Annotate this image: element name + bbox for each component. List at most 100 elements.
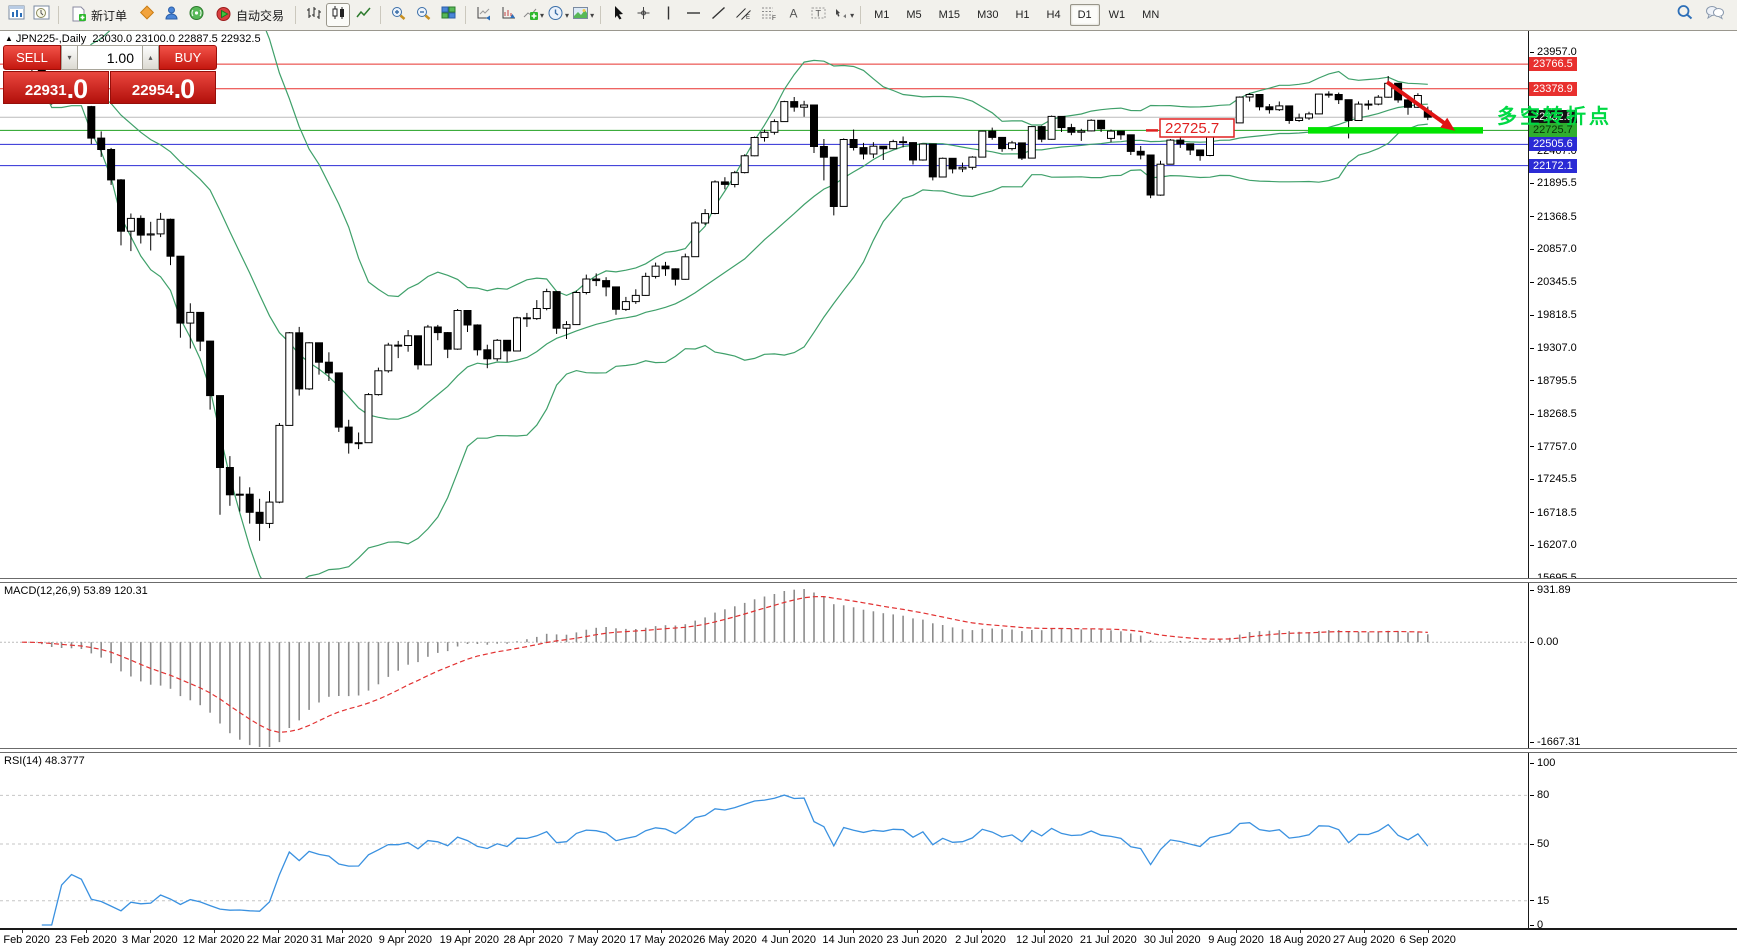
timeframe-m30-button[interactable]: M30 [969,4,1006,26]
autotrading-button[interactable]: 自动交易 [209,3,290,27]
macd-axis-tick: 931.89 [1530,584,1571,596]
timeframe-h1-button[interactable]: H1 [1007,4,1037,26]
timeframe-m1-button[interactable]: M1 [866,4,897,26]
timeframe-d1-button[interactable]: D1 [1069,4,1100,26]
shapes-button[interactable]: ▾ [831,3,855,27]
community-icon [163,5,180,26]
toolbar-separator [380,6,382,24]
line-chart-button[interactable] [351,3,375,27]
template-dropdown-icon[interactable]: ▾ [590,11,594,20]
rsi-label: RSI(14) 48.3777 [4,755,85,767]
period-button[interactable]: ▾ [546,3,570,27]
macd-panel-canvas [0,589,1528,747]
new-order-icon [70,6,87,25]
date-label: 31 Mar 2020 [310,934,373,946]
date-label: 23 Jun 2020 [886,934,947,946]
period-dropdown-icon[interactable]: ▾ [565,11,569,20]
profiles-button[interactable] [29,3,53,27]
timeframe-h4-button[interactable]: H4 [1039,4,1069,26]
zoom-in-icon [390,5,407,26]
price-tick: 19307.0 [1530,342,1577,354]
main-chart-canvas: 22725.7 [0,31,1528,578]
time-axis-line [0,928,1737,930]
template-button[interactable]: ▾ [571,3,595,27]
timeframe-m15-button[interactable]: M15 [931,4,968,26]
toolbar-separator [295,6,297,24]
new-chart-icon [8,5,25,26]
zoom-in-button[interactable] [386,3,410,27]
indicator-window-2-button[interactable] [496,3,520,27]
sell-button[interactable]: SELL [3,45,61,70]
date-tick [277,930,279,933]
volume-increase-button[interactable]: ▴ [142,45,159,70]
community-button[interactable] [159,3,183,27]
news-button[interactable] [184,3,208,27]
bars-button[interactable] [301,3,325,27]
add-indicator-button[interactable]: ▾ [521,3,545,27]
price-badge: 22172.1 [1529,158,1577,173]
price-tick: 16207.0 [1530,539,1577,551]
line-chart-icon [355,5,372,26]
macd-label: MACD(12,26,9) 53.89 120.31 [4,585,148,597]
date-tick [1236,930,1238,933]
date-label: 12 Jul 2020 [1015,934,1073,946]
metaquotes-button[interactable] [134,3,158,27]
date-label: 12 Mar 2020 [182,934,245,946]
toolbar-divider [0,30,1737,31]
timeframe-mn-button[interactable]: MN [1134,4,1167,26]
toolbar-right-icons [1673,3,1733,27]
date-label: 9 Apr 2020 [378,934,432,946]
search-icon [1676,4,1694,26]
search-button[interactable] [1673,3,1697,27]
one-click-trading-panel: SELL ▾ ▴ BUY 22931.0 22954.0 [3,45,217,104]
zoom-out-button[interactable] [411,3,435,27]
tile-windows-button[interactable] [436,3,460,27]
shapes-dropdown-icon[interactable]: ▾ [850,11,854,20]
indicator-window-button[interactable] [471,3,495,27]
date-label: 6 Sep 2020 [1399,934,1456,946]
macd-axis-tick: 0.00 [1530,636,1558,648]
bid-price-box[interactable]: 22931.0 [3,71,109,104]
price-tick: 18268.5 [1530,408,1577,420]
one-click-toggle[interactable]: ▲ [5,34,13,43]
buy-button[interactable]: BUY [159,45,217,70]
chat-button[interactable] [1703,3,1727,27]
rsi-axis-tick: 100 [1530,757,1555,769]
profiles-icon [33,5,50,26]
add-indicator-dropdown-icon[interactable]: ▾ [540,11,544,20]
vline-icon [660,5,677,26]
fibonacci-button[interactable]: F [756,3,780,27]
date-label: 2 Jul 2020 [955,934,1006,946]
candles-button[interactable] [326,3,351,27]
tile-windows-icon [440,5,457,26]
timeframe-w1-button[interactable]: W1 [1101,4,1134,26]
panel-splitter-rsi[interactable] [0,748,1737,753]
new-order-button[interactable]: 新订单 [64,3,133,27]
period-icon [547,5,564,26]
panel-splitter-macd[interactable] [0,578,1737,583]
channel-button[interactable]: E [731,3,755,27]
label-button[interactable]: T [806,3,830,27]
date-label: 4 Jun 2020 [761,934,817,946]
ask-price-box[interactable]: 22954.0 [110,71,216,104]
date-tick [405,930,407,933]
trendline-button[interactable] [706,3,730,27]
fibonacci-icon: F [760,5,777,26]
date-label: 28 Apr 2020 [503,934,563,946]
new-chart-button[interactable] [4,3,28,27]
vline-button[interactable] [656,3,680,27]
volume-decrease-button[interactable]: ▾ [61,45,78,70]
hline-button[interactable] [681,3,705,27]
price-tick: 16718.5 [1530,507,1577,519]
price-badge: 23378.9 [1529,81,1577,96]
date-tick [724,930,726,933]
volume-input[interactable] [78,45,142,70]
date-label: 22 Mar 2020 [246,934,309,946]
crosshair-button[interactable] [631,3,655,27]
text-button[interactable]: A [781,3,805,27]
toolbar-separator [860,6,862,24]
date-tick [1363,930,1365,933]
date-tick [149,930,151,933]
cursor-button[interactable] [606,3,630,27]
timeframe-m5-button[interactable]: M5 [898,4,929,26]
